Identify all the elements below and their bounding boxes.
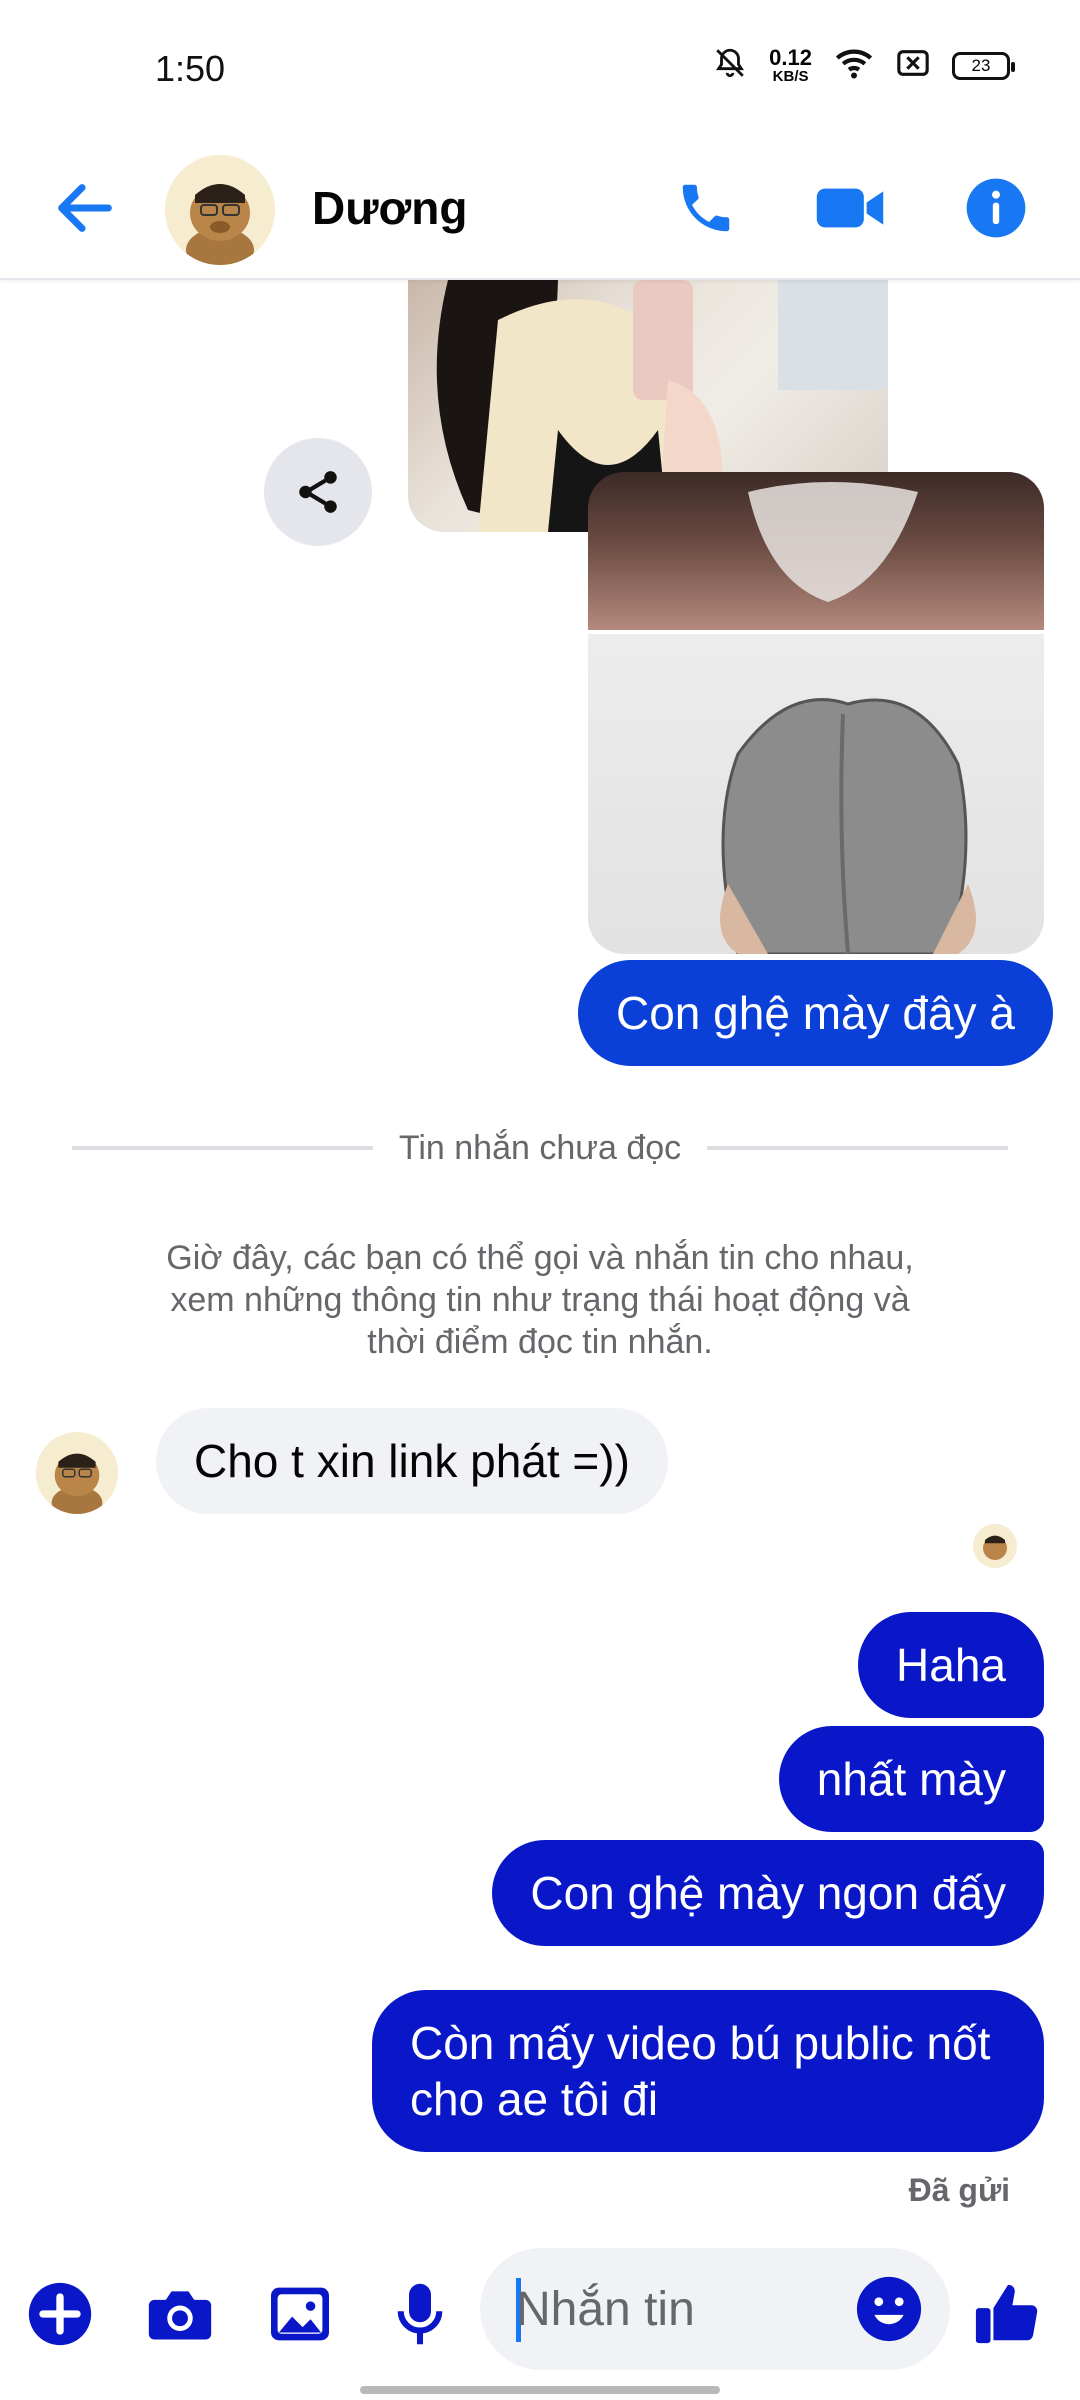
divider-line bbox=[707, 1146, 1008, 1150]
back-arrow-icon bbox=[58, 184, 112, 232]
net-speed-unit: KB/S bbox=[772, 68, 809, 85]
battery-icon: 23 bbox=[952, 51, 1015, 80]
emoji-button[interactable] bbox=[854, 2274, 924, 2344]
message-input-placeholder: Nhắn tin bbox=[516, 2283, 695, 2336]
outgoing-message[interactable]: nhất mày bbox=[778, 1726, 1044, 1832]
chat-header: Dương bbox=[0, 135, 1080, 280]
info-icon bbox=[966, 178, 1026, 238]
video-camera-icon bbox=[816, 188, 884, 228]
share-icon bbox=[299, 471, 337, 513]
camera-icon bbox=[148, 2291, 212, 2340]
outgoing-message[interactable]: Haha bbox=[858, 1612, 1044, 1718]
message-photo[interactable] bbox=[588, 634, 1044, 954]
home-indicator[interactable] bbox=[360, 2386, 720, 2394]
video-call-button[interactable] bbox=[812, 170, 888, 246]
wifi-icon bbox=[834, 46, 874, 85]
net-speed-value: 0.12 bbox=[769, 45, 812, 70]
bell-muted-icon bbox=[713, 46, 747, 85]
voice-message-button[interactable] bbox=[384, 2278, 456, 2350]
unread-divider: Tin nhắn chưa đọc bbox=[72, 1118, 1008, 1178]
outgoing-message[interactable]: Con ghệ mày ngon đấy bbox=[492, 1840, 1044, 1946]
contact-name[interactable]: Dương bbox=[312, 181, 467, 235]
status-bar: 1:50 0.12 KB/S 23 bbox=[0, 0, 1080, 135]
system-notice: Giờ đây, các bạn có thể gọi và nhắn tin … bbox=[166, 1239, 914, 1361]
status-time: 1:50 bbox=[155, 48, 226, 89]
camera-button[interactable] bbox=[144, 2278, 216, 2350]
net-speed: 0.12 KB/S bbox=[769, 45, 812, 85]
more-actions-button[interactable] bbox=[24, 2278, 96, 2350]
status-icons: 0.12 KB/S 23 bbox=[713, 45, 1015, 85]
incoming-message[interactable]: Cho t xin link phát =)) bbox=[156, 1408, 668, 1514]
outgoing-message[interactable]: Còn mấy video bú public nốt cho ae tôi đ… bbox=[372, 1990, 1044, 2152]
unread-divider-label: Tin nhắn chưa đọc bbox=[398, 1128, 682, 1167]
message-photo[interactable] bbox=[588, 472, 1044, 630]
like-button[interactable] bbox=[972, 2278, 1044, 2350]
gallery-button[interactable] bbox=[264, 2278, 336, 2350]
back-button[interactable] bbox=[50, 173, 120, 243]
no-sim-icon bbox=[896, 48, 930, 83]
message-input[interactable]: Nhắn tin bbox=[480, 2248, 950, 2370]
read-receipt-avatar bbox=[973, 1524, 1017, 1568]
info-button[interactable] bbox=[958, 170, 1034, 246]
divider-line bbox=[72, 1146, 373, 1150]
share-button[interactable] bbox=[264, 438, 372, 546]
outgoing-message[interactable]: Con ghệ mày đây à bbox=[578, 960, 1053, 1066]
plus-icon bbox=[28, 2282, 92, 2346]
phone-icon bbox=[682, 184, 730, 232]
emoji-icon bbox=[856, 2276, 922, 2342]
image-icon bbox=[271, 2287, 329, 2341]
sent-status: Đã gửi bbox=[908, 2172, 1010, 2208]
sender-avatar[interactable] bbox=[36, 1432, 118, 1514]
contact-avatar[interactable] bbox=[165, 155, 275, 265]
thumbs-up-icon bbox=[975, 2284, 1038, 2344]
microphone-icon bbox=[397, 2283, 443, 2345]
voice-call-button[interactable] bbox=[668, 170, 744, 246]
